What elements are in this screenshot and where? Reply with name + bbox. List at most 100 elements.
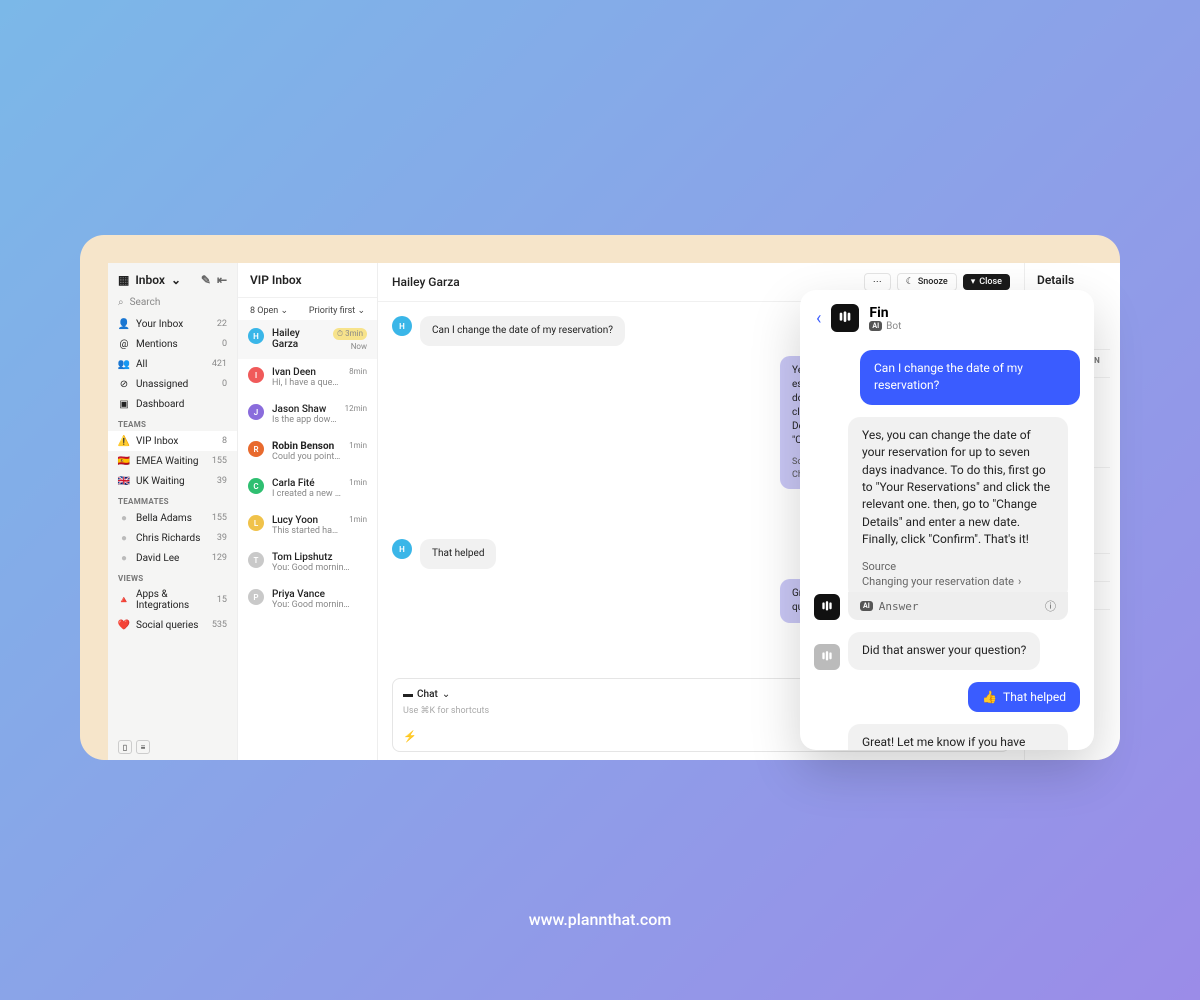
sidebar-item[interactable]: 🔺Apps & Integrations15 <box>108 585 237 615</box>
sidebar-item[interactable]: ● Chris Richards 39 <box>108 528 237 548</box>
avatar: R <box>248 441 264 457</box>
sidebar-item-label: David Lee <box>136 553 179 564</box>
nav-header[interactable]: ▦ Inbox ⌄ ✎ ⇤ <box>108 263 237 293</box>
conversation-item[interactable]: CCarla FitéI created a new page…1min <box>238 470 377 507</box>
sidebar-item[interactable]: ●David Lee129 <box>108 548 237 568</box>
nav-item-icon: 👤 <box>118 318 130 330</box>
compose-icon[interactable]: ✎ <box>201 273 211 287</box>
convlist-title: VIP Inbox <box>238 263 377 298</box>
conv-name: Robin Benson <box>272 441 341 452</box>
close-button[interactable]: ▾Close <box>963 274 1010 290</box>
answer-bar: AI Answerⓘ <box>848 592 1068 620</box>
sidebar-item[interactable]: @Mentions0 <box>108 334 237 354</box>
sidebar-item-label: EMEA Waiting <box>136 456 199 467</box>
back-icon[interactable]: ‹ <box>816 308 821 329</box>
view-grid-icon[interactable]: ▯ <box>118 740 132 754</box>
conversation-item[interactable]: LLucy YoonThis started happ…1min <box>238 507 377 544</box>
sidebar-item-count: 39 <box>217 533 227 543</box>
source-link[interactable]: Changing your reservation date › <box>862 574 1054 590</box>
sidebar-item-count: 155 <box>212 513 227 523</box>
view-list-icon[interactable]: ≡ <box>136 740 150 754</box>
that-helped-button[interactable]: 👍 That helped <box>968 682 1080 712</box>
sidebar-item-label: Your Inbox <box>136 319 183 330</box>
sidebar-item-count: 0 <box>222 379 227 389</box>
sidebar-item[interactable]: 👥All421 <box>108 354 237 374</box>
search-input[interactable]: ⌕ Search <box>108 293 237 314</box>
conv-name: Ivan Deen <box>272 367 341 378</box>
fin-message-row: Yes, you can change the date of your res… <box>814 417 1080 621</box>
avatar: P <box>248 589 264 605</box>
sidebar-item[interactable]: ❤️Social queries535 <box>108 615 237 635</box>
chevron-down-icon: ⌄ <box>357 306 365 316</box>
sidebar-item-count: 39 <box>217 476 227 486</box>
sidebar-item-count: 22 <box>217 319 227 329</box>
conversation-item[interactable]: TTom LipshutzYou: Good mornin… <box>238 544 377 581</box>
avatar-icon: ● <box>118 552 130 564</box>
sidebar-item-count: 8 <box>222 436 227 446</box>
chevron-right-icon: › <box>1018 574 1021 590</box>
sidebar-item[interactable]: 🇪🇸EMEA Waiting155 <box>108 451 237 471</box>
sidebar-item-label: VIP Inbox <box>136 436 178 447</box>
time-pill: ⏱ 3min <box>333 328 367 340</box>
sidebar-item-count: 535 <box>212 620 227 630</box>
conv-preview: Hi, I have a quest… <box>272 378 341 388</box>
message-bubble: Can I change the date of my reservation? <box>420 316 625 346</box>
sidebar-item[interactable]: ●Bella Adams155 <box>108 508 237 528</box>
sidebar-item-label: Dashboard <box>136 399 184 410</box>
chevron-down-icon: ⌄ <box>171 273 181 287</box>
conversation-item[interactable]: PPriya VanceYou: Good mornin… <box>238 581 377 618</box>
bolt-icon[interactable]: ⚡ <box>403 730 417 743</box>
fin-subtitle: Bot <box>886 321 901 332</box>
sidebar-item[interactable]: ⊘Unassigned0 <box>108 374 237 394</box>
fin-message-row: Can I change the date of my reservation? <box>814 350 1080 405</box>
section-views: VIEWS <box>108 568 237 585</box>
thread-title: Hailey Garza <box>392 275 460 289</box>
fin-logo <box>831 304 859 332</box>
info-icon[interactable]: ⓘ <box>1045 598 1056 614</box>
avatar: H <box>392 316 412 336</box>
avatar: I <box>248 367 264 383</box>
conv-name: Lucy Yoon <box>272 515 341 526</box>
ai-badge: AI <box>860 601 873 611</box>
conversation-item[interactable]: JJason ShawIs the app down?12min <box>238 396 377 433</box>
inbox-icon: ▦ <box>118 273 129 287</box>
avatar-icon: ● <box>118 532 130 544</box>
snooze-button[interactable]: ☾Snooze <box>897 273 957 291</box>
conversation-item[interactable]: RRobin BensonCould you point m…1min <box>238 433 377 470</box>
chat-icon: ▬ <box>403 689 413 700</box>
moon-icon: ☾ <box>906 277 914 287</box>
conversation-item[interactable]: HHailey Garza⏱ 3minNow <box>238 320 377 359</box>
sort-filter[interactable]: Priority first ⌄ <box>309 306 365 316</box>
sidebar-item[interactable]: 🇬🇧UK Waiting39 <box>108 471 237 491</box>
message-bubble: That helped <box>420 539 496 569</box>
sidebar-item-label: Chris Richards <box>136 533 200 544</box>
fin-message-row: Great! Let me know if you have another q… <box>814 724 1080 750</box>
section-teammates: TEAMMATES <box>108 491 237 508</box>
nav-item-icon: 👥 <box>118 358 130 370</box>
conversation-item[interactable]: I Ivan DeenHi, I have a quest… 8min <box>238 359 377 396</box>
sidebar-item[interactable]: ⚠️ VIP Inbox 8 <box>108 431 237 451</box>
nav-item-icon: 🔺 <box>118 594 130 606</box>
sidebar-item-label: All <box>136 359 147 370</box>
sidebar-item[interactable]: 👤 Your Inbox 22 <box>108 314 237 334</box>
conversation-list: VIP Inbox 8 Open ⌄ Priority first ⌄ HHai… <box>238 263 378 760</box>
sidebar-item-count: 0 <box>222 339 227 349</box>
sidebar-item-label: Unassigned <box>136 379 188 390</box>
nav-item-icon: ▣ <box>118 398 130 410</box>
composer-tab[interactable]: ▬Chat ⌄ <box>403 689 450 700</box>
collapse-icon[interactable]: ⇤ <box>217 273 227 287</box>
sidebar-item-count: 155 <box>212 456 227 466</box>
more-button[interactable]: ⋯ <box>864 273 891 291</box>
conv-time: 12min <box>345 404 367 413</box>
section-teams: TEAMS <box>108 414 237 431</box>
conv-time: 8min <box>349 367 367 376</box>
sidebar-item[interactable]: ▣ Dashboard <box>108 394 237 414</box>
source-label: Source <box>862 559 1054 575</box>
conv-preview: Could you point m… <box>272 452 341 462</box>
avatar: C <box>248 478 264 494</box>
open-filter[interactable]: 8 Open ⌄ <box>250 306 288 316</box>
nav-item-icon: ⚠️ <box>118 435 130 447</box>
left-sidebar: ▦ Inbox ⌄ ✎ ⇤ ⌕ Search 👤 Your Inbox 22 @Men… <box>108 263 238 760</box>
conv-preview: You: Good mornin… <box>272 600 359 610</box>
sidebar-item-label: UK Waiting <box>136 476 185 487</box>
